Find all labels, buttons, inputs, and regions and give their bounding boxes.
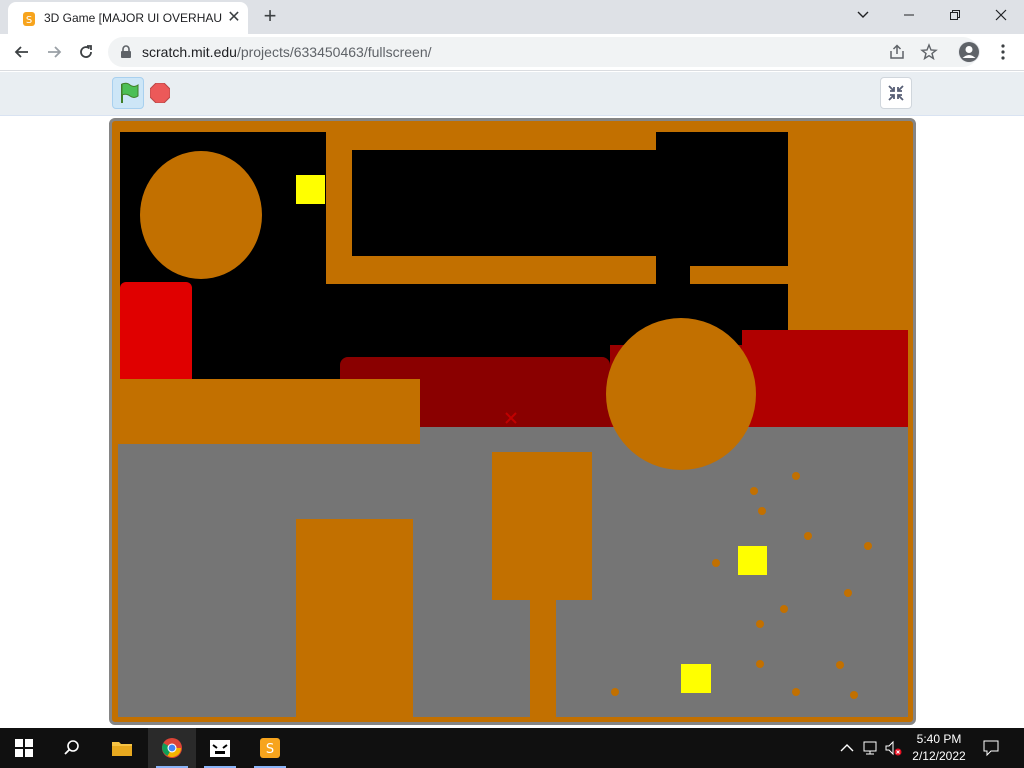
lock-icon[interactable] <box>120 45 132 59</box>
share-icon[interactable] <box>888 43 906 61</box>
particle-dot <box>780 605 788 613</box>
bookmark-star-icon[interactable] <box>920 43 938 61</box>
restore-icon <box>950 10 960 20</box>
chevron-down-icon <box>857 11 869 18</box>
wall-block <box>690 266 800 284</box>
particle-dot <box>758 507 766 515</box>
wall-block <box>326 256 656 284</box>
tab-search-button[interactable] <box>840 0 886 30</box>
svg-text:S: S <box>266 742 274 757</box>
exit-fullscreen-button[interactable] <box>880 77 912 109</box>
start-button[interactable] <box>0 728 48 768</box>
svg-text:S: S <box>26 15 32 26</box>
green-flag-button[interactable] <box>112 77 144 109</box>
green-flag-icon <box>121 82 139 103</box>
taskbar-clock[interactable]: 5:40 PM 2/12/2022 <box>908 731 970 765</box>
start-icon <box>15 739 33 757</box>
forward-button[interactable] <box>40 38 68 66</box>
ledge-block <box>118 379 420 444</box>
taskbar-chrome[interactable] <box>148 728 196 768</box>
game-app-icon <box>210 740 230 757</box>
address-bar[interactable]: scratch.mit.edu/projects/633450463/fulls… <box>108 37 978 67</box>
file-explorer-icon <box>112 742 132 756</box>
close-icon <box>995 9 1007 21</box>
particle-dot <box>804 532 812 540</box>
chrome-icon <box>162 738 182 758</box>
particle-dot <box>756 620 764 628</box>
search-icon <box>64 740 79 755</box>
url-text: scratch.mit.edu/projects/633450463/fulls… <box>142 44 432 60</box>
profile-avatar[interactable] <box>958 41 980 63</box>
taskbar-game-app[interactable] <box>196 728 244 768</box>
url-host: scratch.mit.edu <box>142 44 237 60</box>
taskbar-scratch-app[interactable]: S <box>246 728 294 768</box>
particle-dot <box>756 660 764 668</box>
pillar-post <box>530 599 556 717</box>
close-window-button[interactable] <box>978 0 1024 30</box>
particle-dot <box>611 688 619 696</box>
particle-dot <box>712 559 720 567</box>
yellow-coin <box>296 175 325 204</box>
tab-close-icon[interactable]: ✕ <box>226 10 242 26</box>
scratch-player-header <box>0 72 1024 116</box>
browser-toolbar: scratch.mit.edu/projects/633450463/fulls… <box>0 34 1024 71</box>
red-wall <box>120 282 192 382</box>
particle-dot <box>750 487 758 495</box>
particle-dot <box>792 688 800 696</box>
player-cursor-icon <box>505 412 517 424</box>
red-wall <box>742 330 908 427</box>
particle-dot <box>850 691 858 699</box>
pillar-block <box>296 519 413 717</box>
pillar-block <box>492 452 592 600</box>
particle-dot <box>844 589 852 597</box>
game-canvas[interactable] <box>112 121 913 722</box>
wall-block <box>326 132 656 150</box>
menu-kebab-icon[interactable] <box>994 43 1012 61</box>
person-icon <box>959 42 979 62</box>
game-stage[interactable] <box>109 118 916 725</box>
tab-title: 3D Game [MAJOR UI OVERHAUL <box>44 11 222 25</box>
particle-dot <box>836 661 844 669</box>
yellow-coin <box>738 546 767 575</box>
network-icon[interactable] <box>862 739 880 757</box>
chevron-up-icon[interactable] <box>838 739 856 757</box>
volume-muted-icon[interactable] <box>884 739 902 757</box>
exit-fullscreen-icon <box>888 85 904 101</box>
url-path: /projects/633450463/fullscreen/ <box>236 44 432 60</box>
particle-dot <box>864 542 872 550</box>
reload-button[interactable] <box>72 38 100 66</box>
reload-icon <box>80 45 92 58</box>
notification-icon[interactable] <box>982 739 1000 757</box>
restore-button[interactable] <box>932 0 978 30</box>
clock-time: 5:40 PM <box>916 732 962 746</box>
yellow-coin <box>681 664 711 693</box>
particle-dot <box>792 472 800 480</box>
browser-tab[interactable]: S 3D Game [MAJOR UI OVERHAUL ✕ <box>8 2 248 34</box>
pillar-circle <box>140 151 262 279</box>
back-button[interactable] <box>8 38 36 66</box>
browser-tab-strip: S 3D Game [MAJOR UI OVERHAUL ✕ + <box>0 0 1024 34</box>
pillar-circle <box>606 318 756 470</box>
windows-taskbar: S 5:40 PM 2/12/2022 <box>0 728 1024 768</box>
scratch-app-icon: S <box>260 738 280 758</box>
stop-icon[interactable] <box>150 83 170 103</box>
new-tab-button[interactable]: + <box>258 5 282 29</box>
minimize-icon <box>904 14 914 16</box>
minimize-button[interactable] <box>886 0 932 30</box>
desktop-screen: S 3D Game [MAJOR UI OVERHAUL ✕ + scratch… <box>0 0 1024 768</box>
clock-date: 2/12/2022 <box>912 749 966 763</box>
taskbar-file-explorer[interactable] <box>98 728 146 768</box>
scratch-cat-favicon-icon: S <box>23 12 35 26</box>
forward-arrow-icon <box>48 46 62 58</box>
back-arrow-icon <box>14 46 28 58</box>
taskbar-search-button[interactable] <box>48 728 96 768</box>
